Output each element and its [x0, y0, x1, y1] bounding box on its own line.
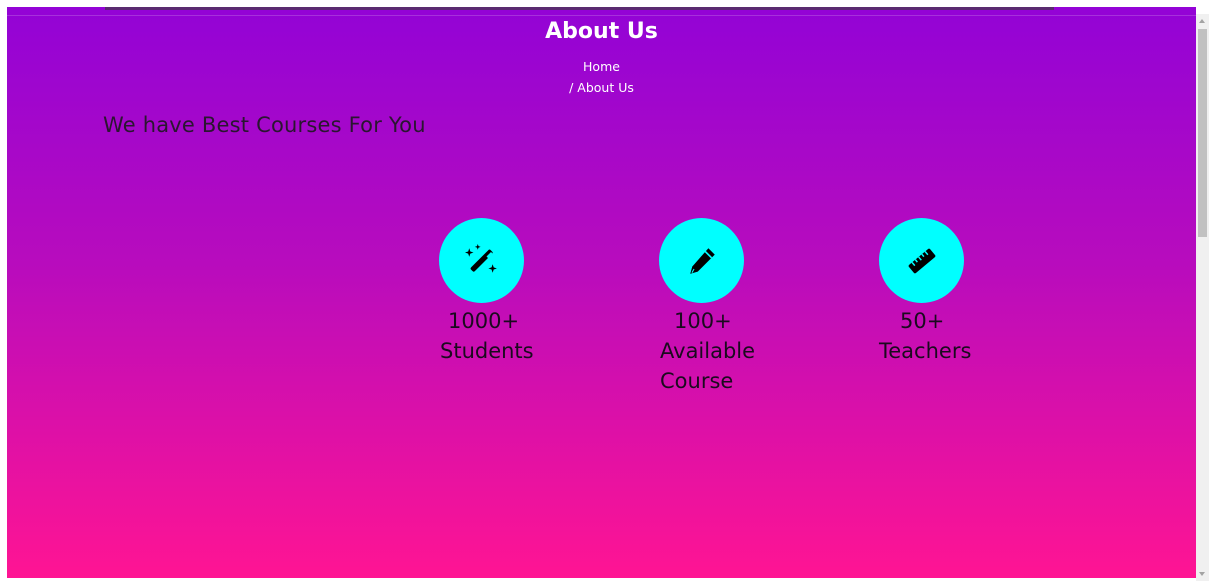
stat-teachers: 50+ Teachers [879, 218, 1019, 366]
stat-count: 1000+ [448, 309, 520, 333]
stat-count: 50+ [900, 309, 945, 333]
stat-count: 100+ [674, 309, 732, 333]
ruler-icon [908, 248, 935, 273]
stat-icon-circle [439, 218, 524, 303]
scroll-up-arrow-icon[interactable] [1199, 19, 1205, 23]
stat-icon-circle [659, 218, 744, 303]
stat-courses: 100+ Available Course [659, 218, 799, 396]
header-divider [7, 15, 1196, 16]
breadcrumb-home-link[interactable]: Home [7, 56, 1196, 77]
stat-icon-circle [879, 218, 964, 303]
stat-label: Available Course [660, 339, 756, 393]
pencil-icon [689, 247, 715, 274]
stat-label: Students [440, 339, 534, 363]
breadcrumb: Home / About Us [7, 56, 1196, 98]
section-heading: We have Best Courses For You [103, 113, 426, 137]
page-title: About Us [545, 19, 658, 44]
breadcrumb-current: / About Us [569, 80, 634, 95]
header-strip [105, 7, 1054, 10]
magic-wand-icon [464, 243, 497, 273]
stat-label: Teachers [879, 339, 972, 363]
scrollbar-thumb[interactable] [1198, 29, 1207, 237]
scroll-down-arrow-icon[interactable] [1199, 572, 1205, 576]
vertical-scrollbar[interactable] [1196, 14, 1209, 581]
page-viewport: About Us Home / About Us We have Best Co… [7, 7, 1196, 578]
stat-students: 1000+ Students [439, 218, 579, 366]
